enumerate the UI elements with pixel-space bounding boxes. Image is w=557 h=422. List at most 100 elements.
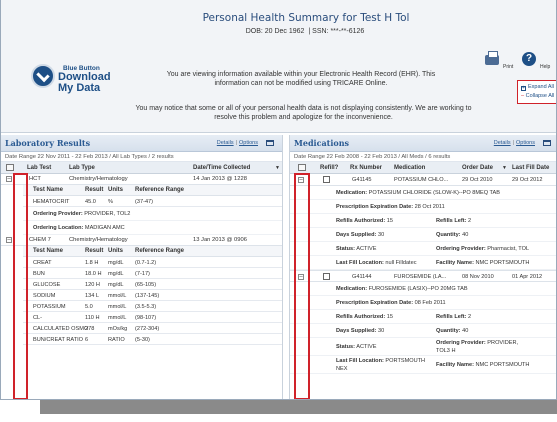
medication-name: FUROSEMIDE (LA... [394,274,447,280]
lab-date: 13 Jan 2013 @ 0906 [193,237,247,243]
lab-result-row: BUN/CREAT RATIO 6 RATIO (5-30) [23,334,282,345]
result-value: 134 L [85,293,99,299]
days-supplied-value: 30 [377,232,385,238]
collapse-all-link[interactable]: – Collapse All [521,92,556,101]
lab-details-link[interactable]: Details [217,140,234,146]
supply-detail: Days Supplied: 30 Quantity: 40 [290,228,556,242]
status-value: ACTIVE [356,246,377,252]
result-value: 5.0 [85,304,93,310]
result-name: CL- [33,315,43,321]
meds-details-link[interactable]: Details [494,140,511,146]
lab-panel-header: Laboratory Results Details | Options [1,135,282,152]
refills-detail: Refills Authorized: 15 Refills Left: 2 [290,214,556,228]
collapse-toggle-icon[interactable]: – [6,237,12,243]
last-fill-location-value: null Filldatec [385,260,417,266]
result-value: 278 [85,326,95,332]
location-detail: Last Fill Location: PORTSMOUTH NEX Facil… [290,356,556,374]
refills-left-value: 2 [468,218,472,224]
location-value: MADIGAN AMC [84,225,125,231]
status-label: Status: [336,246,355,252]
expiration-detail: Prescription Expiration Date: 08 Feb 201… [290,296,556,310]
col-rx-number[interactable]: Rx Number [350,165,382,171]
lab-row[interactable]: – CHEM 7 Chemistry/Hematology 13 Jan 201… [1,235,282,246]
window-icon[interactable] [266,140,274,146]
patient-info: DOB: 20 Dec 1962 | SSN: ***-**-6126 [245,28,365,35]
refills-left-label: Refills Left: [436,314,467,320]
lab-row[interactable]: – HCT Chemistry/Hematology 14 Jan 2013 @… [1,174,282,185]
sub-col-range: Reference Range [135,187,185,193]
sort-down-icon[interactable]: ▼ [502,165,507,171]
medication-name: POTASSIUM CHLO... [394,177,449,183]
refills-authorized-label: Refills Authorized: [336,314,386,320]
status-detail: Status: ACTIVE Ordering Provider: PROVID… [290,338,556,356]
expiration-detail: Prescription Expiration Date: 28 Oct 201… [290,200,556,214]
rx-number: G41144 [352,274,372,280]
expand-column-icon[interactable] [6,164,14,171]
location-label: Ordering Location: [33,225,84,231]
quantity-label: Quantity: [436,328,461,334]
refills-authorized-value: 15 [386,314,394,320]
result-units: mmol/L [108,293,127,299]
sort-down-icon[interactable]: ▼ [275,165,280,171]
print-icon[interactable] [485,51,499,65]
print-label[interactable]: Print [503,64,513,70]
refill-checkbox[interactable] [323,273,330,280]
lab-options-link[interactable]: Options [239,140,258,146]
result-range: (3.5-5.3) [135,304,157,310]
toggle-column-highlight [13,173,28,399]
inconsistency-notice: You may notice that some or all of your … [135,105,472,121]
col-order-date[interactable]: Order Date [462,165,493,171]
help-label[interactable]: Help [540,64,550,70]
days-supplied-label: Days Supplied: [336,328,377,334]
col-medication[interactable]: Medication [394,165,425,171]
expand-collapse-box: + Expand All – Collapse All [517,80,556,104]
last-fill-date: 01 Apr 2012 [512,274,543,280]
expand-all-label: Expand All [528,84,554,90]
expand-all-link[interactable]: + Expand All [521,83,556,92]
col-last-fill[interactable]: Last Fill Date [512,165,549,171]
last-fill-location-value: PORTSMOUTH [385,358,426,364]
rx-number: G41145 [352,177,372,183]
meds-date-range: Date Range 22 Feb 2008 - 22 Feb 2013 / A… [290,152,556,162]
result-range: (37-47) [135,199,154,205]
result-units: % [108,199,113,205]
medication-label: Medication: [336,286,368,292]
laboratory-results-panel: Laboratory Results Details | Options Date … [1,135,283,399]
lab-result-row: GLUCOSE 120 H mg/dL (65-105) [23,279,282,290]
meds-panel-header: Medications Details | Options [290,135,556,152]
blue-button-icon[interactable] [31,64,55,88]
col-lab-type[interactable]: Lab Type [69,165,95,171]
meds-options-link[interactable]: Options [516,140,535,146]
result-range: (272-304) [135,326,160,332]
collapse-toggle-icon[interactable]: – [6,176,12,182]
facility-label: Facility Name: [436,260,474,266]
lab-panel-links: Details | Options [216,140,258,146]
collapse-all-label: Collapse All [525,93,555,99]
result-units: RATIO [108,337,125,343]
supply-detail: Days Supplied: 30 Quantity: 40 [290,324,556,338]
col-lab-test[interactable]: Lab Test [27,165,51,171]
medication-row[interactable]: – G41145 POTASSIUM CHLO... 29 Oct 2010 2… [290,174,556,186]
sub-col-test-name: Test Name [33,187,63,193]
lab-date-range: Date Range 22 Nov 2011 - 22 Feb 2013 / A… [1,152,282,162]
ordering-provider-row: Ordering Provider: PROVIDER, TOL2 [23,207,282,221]
refills-left-label: Refills Left: [436,218,467,224]
col-refill[interactable]: Refill? [320,165,338,171]
refill-checkbox[interactable] [323,176,330,183]
result-name: CALCULATED OSMO [33,326,89,332]
result-value: 120 H [85,282,100,288]
lab-result-row: CALCULATED OSMO 278 mOs/kg (272-304) [23,323,282,334]
refills-authorized-value: 15 [386,218,394,224]
expand-column-icon[interactable] [298,164,306,171]
help-icon[interactable]: ? [522,52,536,66]
download-my-data-link[interactable]: Download My Data [58,72,111,94]
col-date-collected[interactable]: Date/Time Collected [193,165,250,171]
result-value: 1.8 H [85,260,99,266]
plus-icon: + [521,85,526,91]
sub-col-result: Result [85,187,104,193]
days-supplied-label: Days Supplied: [336,232,377,238]
window-icon[interactable] [543,140,551,146]
lab-grid-header: Lab Test Lab Type Date/Time Collected ▼ [1,162,282,174]
toggle-column-highlight [294,173,310,399]
medication-row[interactable]: – G41144 FUROSEMIDE (LA... 08 Nov 2010 0… [290,270,556,282]
